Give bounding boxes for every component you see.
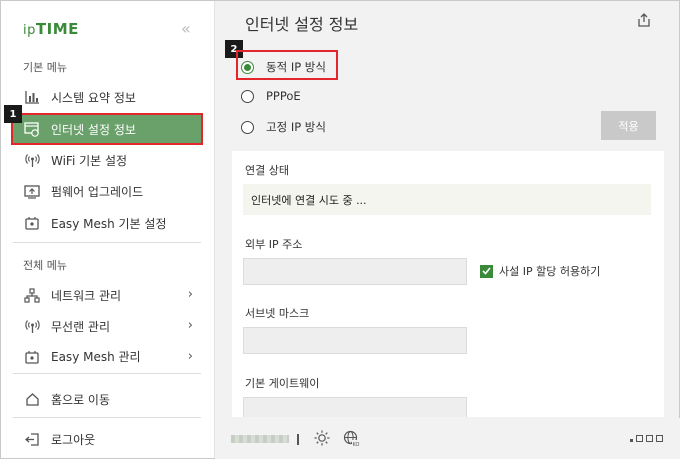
status-text: 인터넷에 연결 시도 중 ... (251, 193, 367, 207)
chevron-right-icon: › (187, 287, 193, 302)
sidebar-item-label: 로그아웃 (51, 432, 96, 447)
internet-settings-icon (23, 120, 41, 138)
blurred-text (231, 435, 289, 443)
sidebar-item-label: Easy Mesh 관리 (51, 350, 141, 364)
sidebar: ipTIME « 기본 메뉴 시스템 요약 정보 인터넷 설정 정보 WiFi … (1, 1, 215, 458)
sidebar-item-easymesh-basic[interactable]: Easy Mesh 기본 설정 (13, 209, 201, 237)
view-toggle-icon[interactable] (630, 435, 663, 442)
sidebar-item-wireless[interactable]: 무선랜 관리 › (13, 312, 201, 340)
sidebar-divider (13, 417, 201, 418)
apply-button[interactable]: 적용 (601, 111, 656, 140)
private-ip-checkbox-row[interactable]: 사설 IP 할당 허용하기 (480, 263, 600, 279)
sidebar-item-network[interactable]: 네트워크 관리 › (13, 281, 201, 309)
collapse-sidebar-icon[interactable]: « (181, 19, 191, 38)
wireless-icon (23, 317, 41, 335)
sidebar-item-label: WiFi 기본 설정 (51, 153, 128, 168)
brightness-icon[interactable] (314, 430, 330, 449)
bar-chart-icon (23, 88, 41, 106)
sidebar-divider (13, 373, 201, 374)
chevron-right-icon: › (187, 318, 193, 333)
logout-icon (23, 430, 41, 448)
settings-panel: 연결 상태 인터넷에 연결 시도 중 ... 외부 IP 주소 사설 IP 할당… (232, 151, 664, 417)
external-ip-label: 외부 IP 주소 (245, 238, 303, 251)
sidebar-item-label: 네트워크 관리 (51, 288, 122, 303)
page-title: 인터넷 설정 정보 (245, 15, 359, 34)
network-icon (23, 286, 41, 304)
logo-prefix: ip (23, 23, 36, 38)
subnet-mask-input[interactable] (243, 327, 467, 354)
logo-name: TIME (35, 20, 79, 38)
full-menu-label: 전체 메뉴 (23, 259, 67, 272)
iptime-logo[interactable]: ipTIME (23, 20, 79, 38)
sidebar-item-home[interactable]: 홈으로 이동 (13, 385, 201, 413)
main-content: 인터넷 설정 정보 2 동적 IP 방식 PPPoE 고정 IP 방식 적용 연… (215, 1, 680, 459)
mesh-icon (23, 214, 41, 232)
language-globe-icon[interactable]: KO (343, 430, 360, 450)
sidebar-divider (13, 242, 201, 243)
step-badge-1: 1 (4, 105, 22, 123)
option-static-ip[interactable]: 고정 IP 방식 (241, 119, 326, 135)
gateway-input[interactable] (243, 397, 467, 417)
option-label: 동적 IP 방식 (266, 60, 326, 74)
footer-separator (297, 434, 299, 445)
firmware-icon (23, 182, 41, 200)
basic-menu-label: 기본 메뉴 (23, 61, 67, 74)
radio-unchecked[interactable] (241, 89, 254, 103)
sidebar-item-easymesh[interactable]: Easy Mesh 관리 › (13, 343, 201, 365)
app-frame: ipTIME « 기본 메뉴 시스템 요약 정보 인터넷 설정 정보 WiFi … (0, 0, 680, 459)
external-ip-input[interactable] (243, 258, 467, 285)
wifi-icon (23, 151, 41, 169)
option-pppoe[interactable]: PPPoE (241, 89, 301, 103)
connection-status-value: 인터넷에 연결 시도 중 ... (243, 184, 651, 215)
home-icon (23, 390, 41, 408)
sidebar-item-label: 펌웨어 업그레이드 (51, 184, 144, 199)
footer-bar: KO (215, 418, 680, 459)
sidebar-item-logout[interactable]: 로그아웃 (13, 425, 201, 453)
sidebar-item-system-summary[interactable]: 시스템 요약 정보 (13, 83, 201, 111)
svg-text:KO: KO (353, 442, 360, 447)
gateway-label: 기본 게이트웨이 (245, 377, 320, 390)
radio-checked[interactable] (241, 60, 254, 74)
chevron-right-icon: › (187, 349, 193, 364)
sidebar-item-label: 홈으로 이동 (51, 392, 111, 407)
share-icon[interactable] (637, 13, 651, 30)
sidebar-item-internet-settings[interactable]: 인터넷 설정 정보 (11, 113, 203, 145)
mesh-icon (23, 348, 41, 365)
sidebar-item-label: 무선랜 관리 (51, 319, 111, 334)
sidebar-item-label: 시스템 요약 정보 (51, 90, 136, 105)
option-dynamic-ip[interactable]: 동적 IP 방식 (241, 59, 326, 75)
sidebar-item-wifi[interactable]: WiFi 기본 설정 (13, 146, 201, 174)
checkbox-label: 사설 IP 할당 허용하기 (499, 265, 601, 278)
sidebar-item-label: 인터넷 설정 정보 (51, 122, 136, 137)
sidebar-item-label: Easy Mesh 기본 설정 (51, 216, 167, 231)
option-label: 고정 IP 방식 (266, 120, 326, 134)
sidebar-item-firmware[interactable]: 펌웨어 업그레이드 (13, 177, 201, 205)
radio-unchecked[interactable] (241, 120, 254, 134)
subnet-mask-label: 서브넷 마스크 (245, 307, 310, 320)
option-label: PPPoE (266, 89, 301, 103)
connection-status-label: 연결 상태 (245, 164, 289, 177)
checkbox-checked-icon[interactable] (480, 264, 493, 278)
